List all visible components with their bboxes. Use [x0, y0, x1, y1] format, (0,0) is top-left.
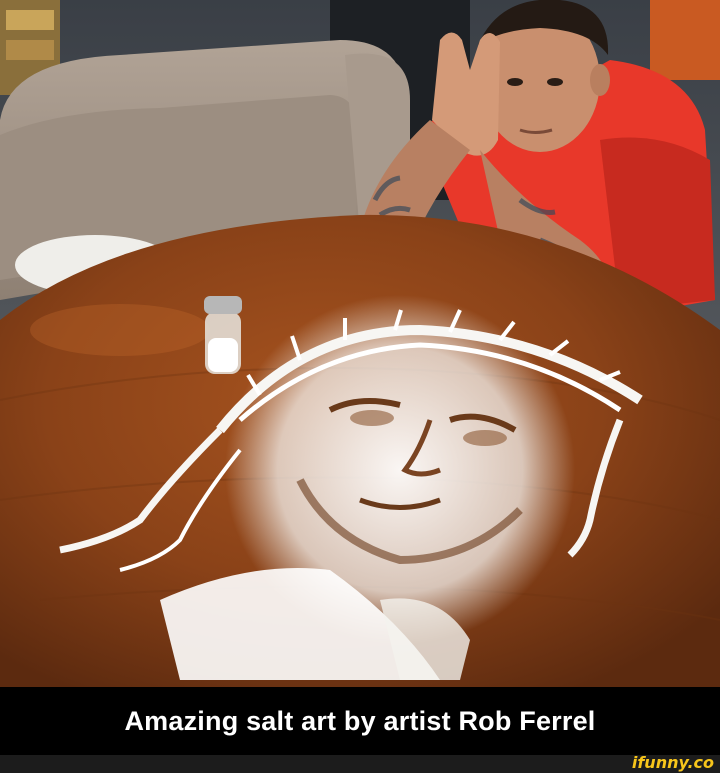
- salt-art-photo: [0, 0, 720, 687]
- shelf-item: [6, 10, 54, 30]
- table-highlight: [30, 304, 210, 356]
- orange-wall-panel: [650, 0, 720, 80]
- shelf-item: [6, 40, 54, 60]
- caption-text: Amazing salt art by artist Rob Ferrel: [124, 705, 596, 736]
- caption-bar: Amazing salt art by artist Rob Ferrel: [0, 687, 720, 755]
- man-eye: [507, 78, 523, 86]
- man-ear: [590, 64, 610, 96]
- meme-image: Amazing salt art by artist Rob Ferrel if…: [0, 0, 720, 773]
- watermark-bar: ifunny.co: [0, 753, 720, 773]
- salt-shaker-salt: [208, 338, 238, 372]
- man-eye: [547, 78, 563, 86]
- ifunny-watermark[interactable]: ifunny.co: [632, 753, 714, 772]
- salt-shaker-cap: [204, 296, 242, 314]
